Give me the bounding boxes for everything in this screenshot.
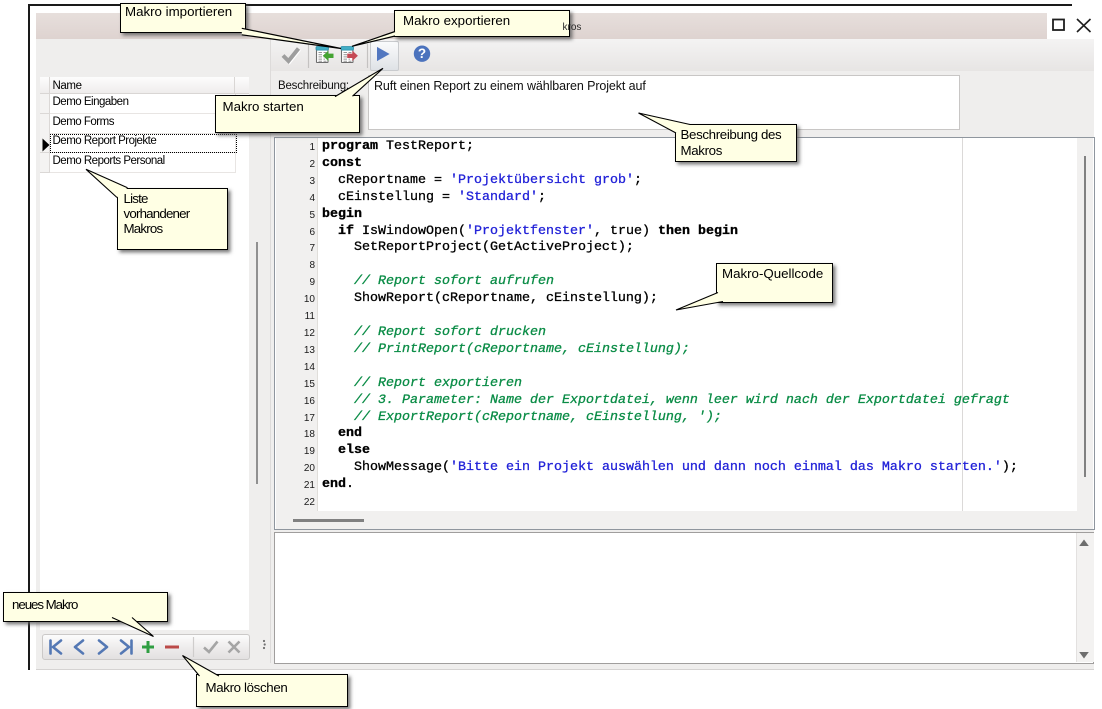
svg-text:?: ? (418, 46, 426, 61)
